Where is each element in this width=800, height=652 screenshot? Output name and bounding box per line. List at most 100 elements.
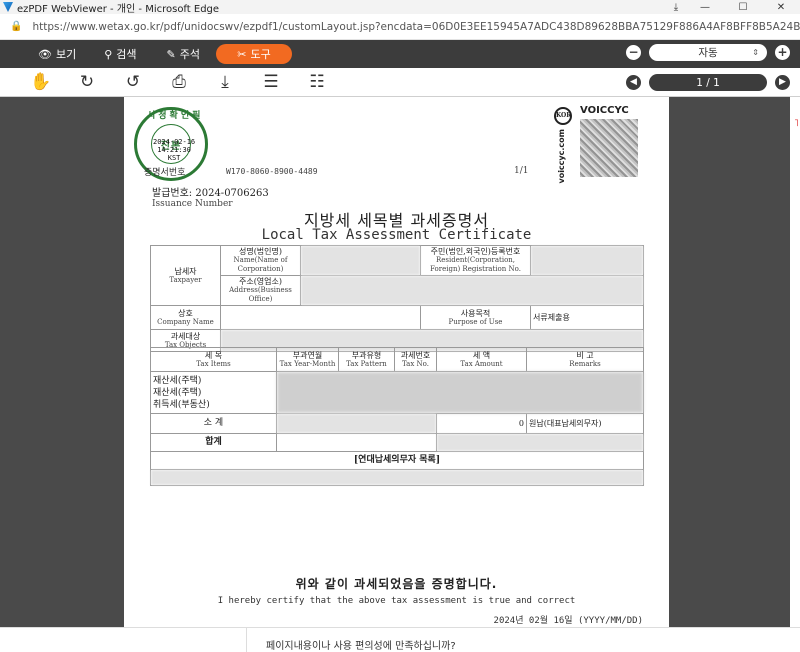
zoom-controls: − 자동 ⇕ +: [626, 44, 790, 61]
lock-icon[interactable]: 🔒: [10, 21, 22, 32]
confirmation-en: I hereby certify that the above tax asse…: [217, 596, 576, 606]
issue-date: 2024년 02월 16일 (YYYY/MM/DD): [493, 616, 643, 626]
stamp-tz: KST: [167, 154, 181, 162]
tools-button[interactable]: ✂ 도구: [216, 44, 292, 64]
col-remarks: 비 고 Remarks: [526, 347, 644, 372]
address-ko: 주소(영업소): [238, 277, 283, 286]
total-redacted: [436, 433, 644, 452]
red-mark-icon: ˥: [794, 118, 799, 129]
zoom-select[interactable]: 자동 ⇕: [649, 44, 767, 61]
resident-ko: 주민(법인,외국인)등록번호: [430, 247, 521, 256]
window-title: ezPDF WebViewer - 개인 - Microsoft Edge: [17, 3, 220, 15]
resident-en: Resident(Corporation, Foreign) Registrat…: [430, 256, 521, 273]
col-pattern: 부과유형 Tax Pattern: [338, 347, 395, 372]
print-icon[interactable]: ⎙: [156, 72, 202, 92]
url-text[interactable]: https://www.wetax.go.kr/pdf/unidocswv/ez…: [32, 21, 800, 33]
total-label: 합계: [150, 433, 277, 452]
col-amount-en: Tax Amount: [460, 359, 503, 368]
rotate-counterclockwise-icon[interactable]: ↺: [110, 72, 156, 92]
doc-title-en: Local Tax Assessment Certificate: [261, 227, 532, 243]
name-header: 성명(법인명) Name(Name of Corporation): [220, 245, 301, 276]
kor-seal-icon: KOR: [554, 107, 572, 125]
resident-value-redacted: [530, 245, 644, 276]
search-button[interactable]: ⚲ 검색: [96, 44, 144, 64]
minimize-button[interactable]: —: [686, 2, 724, 13]
subtotal-redacted: [276, 413, 437, 434]
close-button[interactable]: ✕: [762, 2, 800, 13]
annotate-button[interactable]: ✎ 주석: [159, 44, 208, 64]
zoom-out-button[interactable]: −: [626, 45, 641, 60]
purpose-ko: 사용목적: [460, 308, 491, 318]
address-en: Address(Business Office): [229, 286, 292, 303]
stamp-date: 2024-02-16: [153, 138, 196, 146]
download-file-icon[interactable]: ⤓: [202, 72, 248, 92]
window-title-bar: ezPDF WebViewer - 개인 - Microsoft Edge ⤓ …: [0, 0, 800, 15]
col-no-ko: 과세번호: [400, 350, 431, 360]
stamp-datetime: 2024-02-16 14:21:30 KST: [153, 138, 195, 162]
company-en: Company Name: [157, 317, 214, 326]
taxpayer-ko: 납세자: [174, 266, 197, 276]
stamp-top-text: 시청확인필: [147, 111, 204, 121]
list-icon[interactable]: ☰: [248, 72, 294, 92]
col-amount-ko: 세 액: [472, 350, 491, 360]
list-settings-icon[interactable]: ☷: [294, 72, 340, 92]
subtotal-remark: 원납(대표납세의무자): [526, 413, 644, 434]
viewer-main-toolbar: 👁 보기 ⚲ 검색 ✎ 주석 ✂ 도구 − 자동 ⇕ +: [0, 40, 800, 68]
col-no-en: Tax No.: [402, 359, 429, 368]
address-bar[interactable]: 🔒 https://www.wetax.go.kr/pdf/unidocswv/…: [0, 14, 800, 40]
view-button[interactable]: 👁 보기: [30, 44, 84, 64]
tools-icon: ✂: [237, 47, 247, 61]
download-icon[interactable]: ⤓: [666, 2, 686, 13]
company-header: 상호 Company Name: [150, 305, 221, 330]
stamp-time: 14:21:30: [157, 146, 191, 154]
page-indicator[interactable]: 1 / 1: [649, 74, 767, 91]
purpose-header: 사용목적 Purpose of Use: [420, 305, 531, 330]
tools-label: 도구: [250, 48, 271, 61]
col-items: 세 목 Tax Items: [150, 347, 277, 372]
maximize-button[interactable]: ☐: [724, 2, 762, 13]
confirmation-ko: 위와 같이 과세되었음을 증명합니다.: [295, 577, 498, 591]
viewer-tools-toolbar: ✋ ↻ ↺ ⎙ ⤓ ☰ ☷ ◀ 1 / 1 ▶: [0, 68, 800, 97]
next-page-button[interactable]: ▶: [775, 75, 790, 90]
col-remarks-en: Remarks: [569, 359, 601, 368]
annotate-label: 주석: [179, 48, 200, 61]
total-empty: [276, 433, 437, 452]
col-pattern-ko: 부과유형: [351, 350, 382, 360]
hand-tool-icon[interactable]: ✋: [18, 72, 64, 92]
company-ko: 상호: [178, 308, 193, 318]
cert-code: W170-8060-8900-4489: [226, 167, 318, 176]
col-remarks-ko: 비 고: [576, 350, 594, 360]
zoom-value: 자동: [698, 47, 718, 59]
company-value: [220, 305, 421, 330]
joint-taxpayer-section: [연대납세의무자 목록]: [150, 451, 644, 470]
name-value-redacted: [300, 245, 421, 276]
col-amount: 세 액 Tax Amount: [436, 347, 527, 372]
issuance-value: 2024-0706263: [195, 188, 269, 199]
right-gutter: ˥: [790, 97, 800, 627]
purpose-en: Purpose of Use: [448, 317, 503, 326]
address-value-redacted: [300, 275, 644, 306]
issuance-label: 발급번호:: [152, 188, 193, 199]
col-year: 부과연월 Tax Year-Month: [276, 347, 339, 372]
qr-brand: VOICCYC: [580, 105, 629, 116]
edge-app-icon: [3, 2, 13, 12]
search-icon: ⚲: [104, 47, 113, 61]
purpose-value: 서류제출용: [530, 305, 644, 330]
search-label: 검색: [116, 48, 137, 61]
col-no: 과세번호 Tax No.: [394, 347, 437, 372]
taxpayer-en: Taxpayer: [169, 275, 202, 284]
issuance-number: 발급번호: 2024-0706263 Issuance Number: [152, 184, 269, 209]
zoom-in-button[interactable]: +: [775, 45, 790, 60]
document-viewport[interactable]: ˥ 시청확인필 진본 2024-02-16 14:21:30 KST 증명서번호…: [0, 97, 800, 627]
pen-icon: ✎: [166, 47, 176, 61]
prev-page-button[interactable]: ◀: [626, 75, 641, 90]
taxpayer-cell: 납세자 Taxpayer: [150, 245, 221, 306]
rotate-clockwise-icon[interactable]: ↻: [64, 72, 110, 92]
col-year-ko: 부과연월: [292, 350, 323, 360]
col-pattern-en: Tax Pattern: [346, 359, 387, 368]
certificate-table: 납세자 Taxpayer 성명(법인명) Name(Name of Corpor…: [150, 245, 644, 352]
col-items-ko: 세 목: [204, 350, 223, 360]
tax-item-row: 재산세(주택): [153, 387, 202, 398]
name-en: Name(Name of Corporation): [233, 256, 288, 273]
subtotal-value: 0: [436, 413, 527, 434]
